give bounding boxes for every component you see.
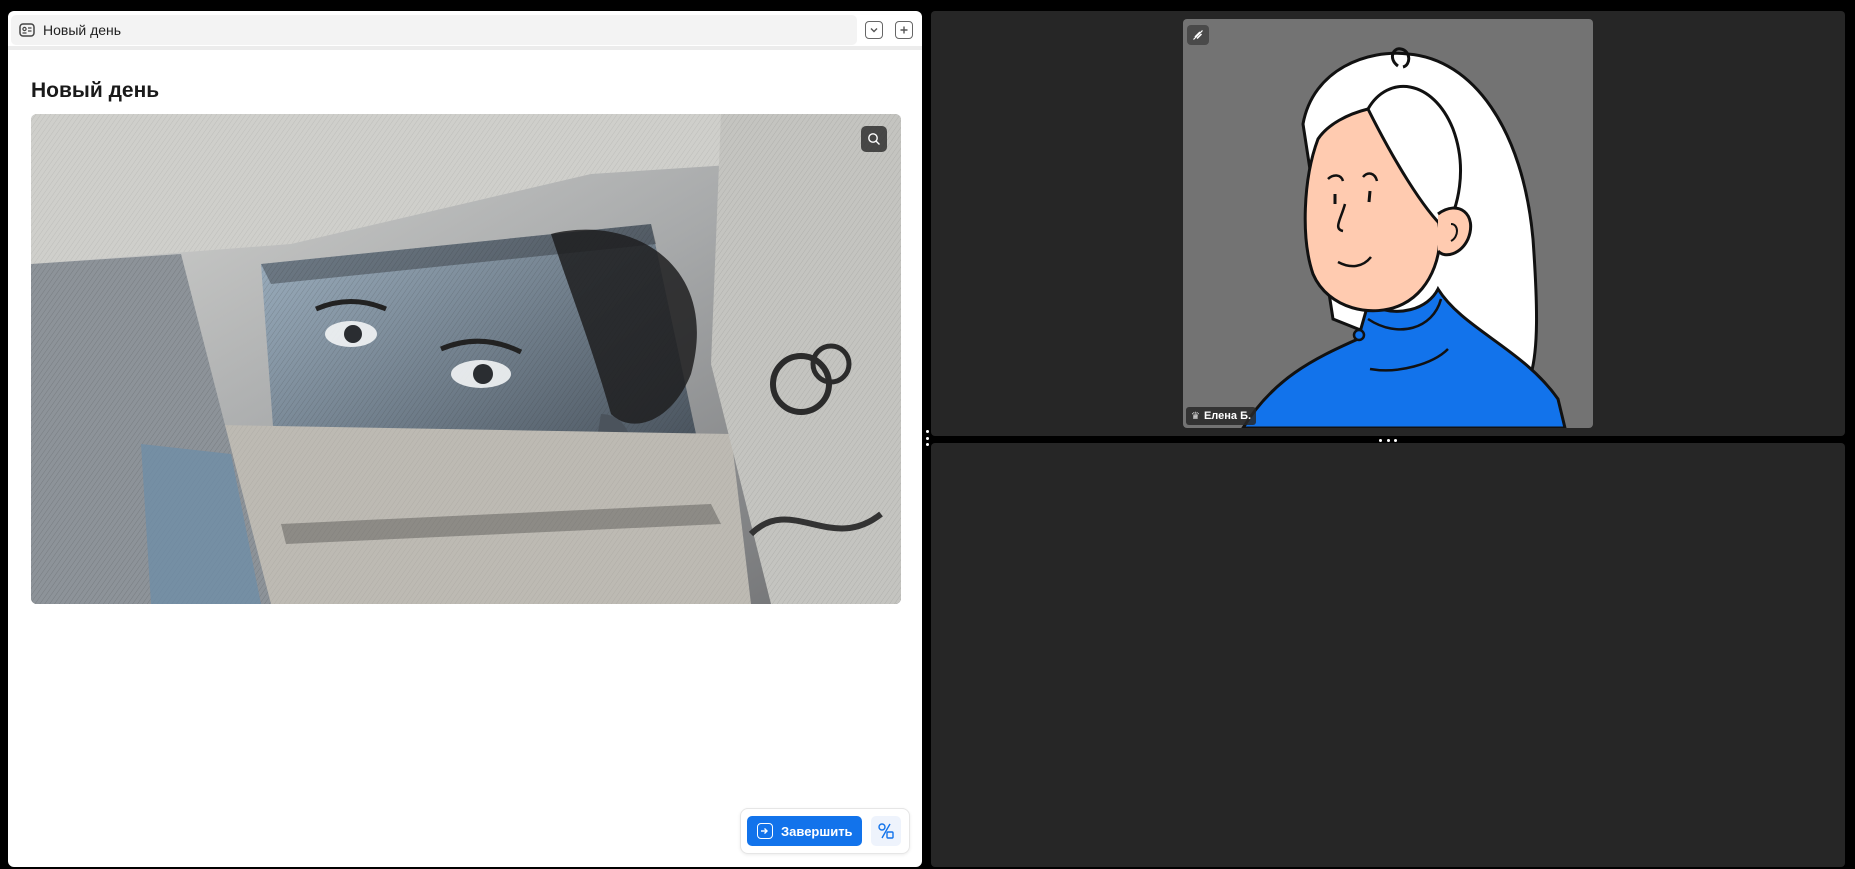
document-card-icon: [19, 22, 35, 38]
video-area-top: ♛ Елена Б.: [931, 11, 1845, 436]
banknote-illustration: [31, 114, 901, 604]
search-icon: [868, 133, 880, 145]
plus-icon: [900, 26, 908, 34]
page-title: Новый день: [31, 79, 160, 102]
tools-button[interactable]: [871, 816, 901, 846]
vertical-splitter-handle[interactable]: [925, 430, 929, 446]
avatar: [1241, 47, 1567, 428]
video-area-bottom: [931, 443, 1845, 867]
document-header: Новый день: [8, 11, 922, 50]
no-audio-icon: [1193, 30, 1203, 40]
document-tab-title: Новый день: [43, 22, 122, 38]
crown-icon: ♛: [1191, 410, 1200, 422]
finish-button[interactable]: Завершить: [747, 816, 862, 846]
exit-icon: [757, 823, 773, 839]
document-panel: Новый день Новый день Завершить: [8, 11, 922, 867]
document-tab[interactable]: Новый день: [11, 15, 857, 45]
audio-status-badge: [1187, 25, 1209, 45]
chevron-down-icon: [870, 28, 878, 33]
finish-button-label: Завершить: [781, 823, 853, 839]
participant-name: Елена Б.: [1203, 410, 1252, 422]
shapes-icon: [878, 823, 894, 839]
participant-name-tag: ♛ Елена Б.: [1186, 407, 1257, 425]
action-bar: Завершить: [740, 808, 910, 854]
participant-tile[interactable]: ♛ Елена Б.: [1183, 19, 1593, 428]
header-divider: [8, 46, 922, 50]
collapse-button[interactable]: [865, 21, 883, 39]
zoom-button[interactable]: [861, 126, 887, 152]
add-button[interactable]: [895, 21, 913, 39]
hero-image: [31, 114, 901, 604]
